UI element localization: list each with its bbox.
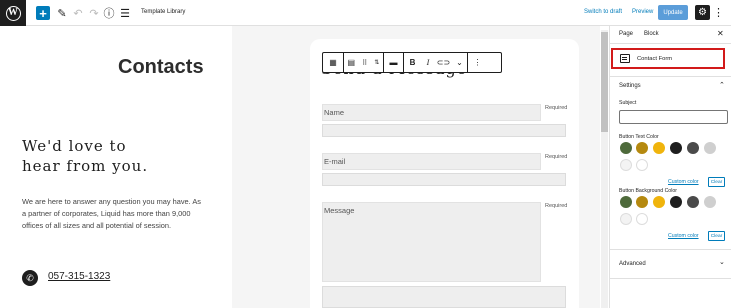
message-input[interactable] — [322, 286, 566, 308]
block-type-switcher[interactable]: ▤ ⠿ ⇅ — [344, 53, 384, 72]
subject-label: Subject — [619, 100, 637, 106]
button-text-color-label: Button Text Color — [619, 134, 659, 140]
contact-form-block-icon — [620, 54, 630, 63]
name-required-note: Required — [545, 105, 568, 111]
color-swatch[interactable] — [620, 159, 632, 171]
subject-input[interactable] — [619, 110, 728, 124]
scrollbar-thumb[interactable] — [601, 32, 608, 132]
email-required-note: Required — [545, 154, 568, 160]
sidebar-tabs: Page Block ✕ — [610, 26, 731, 44]
phone-number-link[interactable]: 057-315-1323 — [48, 271, 110, 282]
undo-icon[interactable]: ↶ — [71, 6, 85, 20]
tab-block[interactable]: Block — [644, 31, 659, 37]
email-field-label[interactable]: E-mail — [322, 153, 541, 170]
message-required-note: Required — [545, 203, 568, 209]
edit-tool-icon[interactable]: ✎ — [55, 6, 69, 20]
form-block-icon: ▤ — [347, 58, 356, 67]
phone-icon: ✆ — [22, 270, 38, 286]
name-input[interactable] — [322, 124, 566, 137]
color-swatch[interactable] — [704, 196, 716, 208]
redo-icon[interactable]: ↷ — [87, 6, 101, 20]
color-swatch[interactable] — [636, 159, 648, 171]
editor-toolbar: W + ✎ ↶ ↷ ⓘ ☰ Template Library Switch to… — [0, 0, 731, 26]
chevron-down-icon[interactable]: ⌄ — [719, 258, 725, 266]
divider — [610, 76, 731, 77]
list-view-icon[interactable]: ☰ — [118, 6, 132, 20]
more-options-icon[interactable]: ⋮ — [713, 6, 724, 19]
settings-panel-title[interactable]: Settings — [619, 83, 641, 89]
color-swatch[interactable] — [653, 196, 665, 208]
color-swatch[interactable] — [670, 142, 682, 154]
move-up-down-icon[interactable]: ⇅ — [374, 59, 379, 66]
advanced-panel-title[interactable]: Advanced — [619, 261, 646, 267]
add-block-button[interactable]: + — [36, 6, 50, 21]
love-heading[interactable]: We'd love to hear from you. — [22, 136, 148, 176]
email-input[interactable] — [322, 173, 566, 186]
parent-block-icon[interactable]: ▦ — [323, 53, 344, 72]
button-background-color-label: Button Background Color — [619, 188, 677, 194]
wordpress-logo-icon[interactable]: W — [0, 0, 26, 26]
love-heading-line2: hear from you. — [22, 157, 149, 175]
color-swatch[interactable] — [620, 196, 632, 208]
color-swatch[interactable] — [687, 142, 699, 154]
love-heading-line1: We'd love to — [22, 137, 127, 155]
divider — [610, 278, 731, 279]
details-info-icon[interactable]: ⓘ — [102, 6, 116, 20]
custom-color-link[interactable]: Custom color — [668, 233, 699, 239]
block-options-icon[interactable]: ⋮ — [468, 53, 487, 72]
clear-button[interactable]: Clear — [708, 231, 725, 241]
name-field-label[interactable]: Name — [322, 104, 541, 121]
canvas-scrollbar[interactable] — [601, 30, 608, 308]
align-icon[interactable]: ▬ — [384, 53, 404, 72]
settings-sidebar: Page Block ✕ Contact Form Settings ⌃ Sub… — [609, 26, 731, 308]
block-card-title: Contact Form — [637, 55, 673, 62]
switch-to-draft-button[interactable]: Switch to draft — [584, 9, 622, 15]
settings-gear-icon[interactable]: ⚙ — [695, 5, 710, 20]
link-icon[interactable]: ⊂⊃ — [435, 53, 452, 72]
color-swatch[interactable] — [653, 142, 665, 154]
clear-button[interactable]: Clear — [708, 177, 725, 187]
chevron-down-icon[interactable]: ⌄ — [452, 53, 468, 72]
color-swatch[interactable] — [687, 196, 699, 208]
bold-icon[interactable]: B — [404, 53, 421, 72]
chevron-up-icon[interactable]: ⌃ — [719, 81, 725, 89]
color-swatch[interactable] — [636, 142, 648, 154]
page-title[interactable]: Contacts — [118, 56, 204, 79]
close-icon[interactable]: ✕ — [717, 29, 724, 38]
about-paragraph[interactable]: We are here to answer any question you m… — [22, 196, 202, 232]
message-field-label[interactable]: Message — [322, 202, 541, 282]
update-button[interactable]: Update — [658, 5, 688, 20]
italic-icon[interactable]: I — [421, 53, 435, 72]
color-swatch[interactable] — [704, 142, 716, 154]
preview-button[interactable]: Preview — [632, 9, 653, 15]
block-toolbar: ▦ ▤ ⠿ ⇅ ▬ B I ⊂⊃ ⌄ ⋮ — [322, 52, 502, 73]
divider — [610, 249, 731, 250]
custom-color-link[interactable]: Custom color — [668, 179, 699, 185]
color-swatch[interactable] — [636, 213, 648, 225]
drag-handle-icon[interactable]: ⠿ — [362, 59, 367, 67]
block-card: Contact Form — [611, 48, 725, 69]
color-swatch[interactable] — [636, 196, 648, 208]
color-swatch[interactable] — [670, 196, 682, 208]
color-swatch[interactable] — [620, 213, 632, 225]
document-title[interactable]: Template Library — [141, 9, 185, 15]
color-swatch[interactable] — [620, 142, 632, 154]
tab-page[interactable]: Page — [619, 31, 633, 37]
